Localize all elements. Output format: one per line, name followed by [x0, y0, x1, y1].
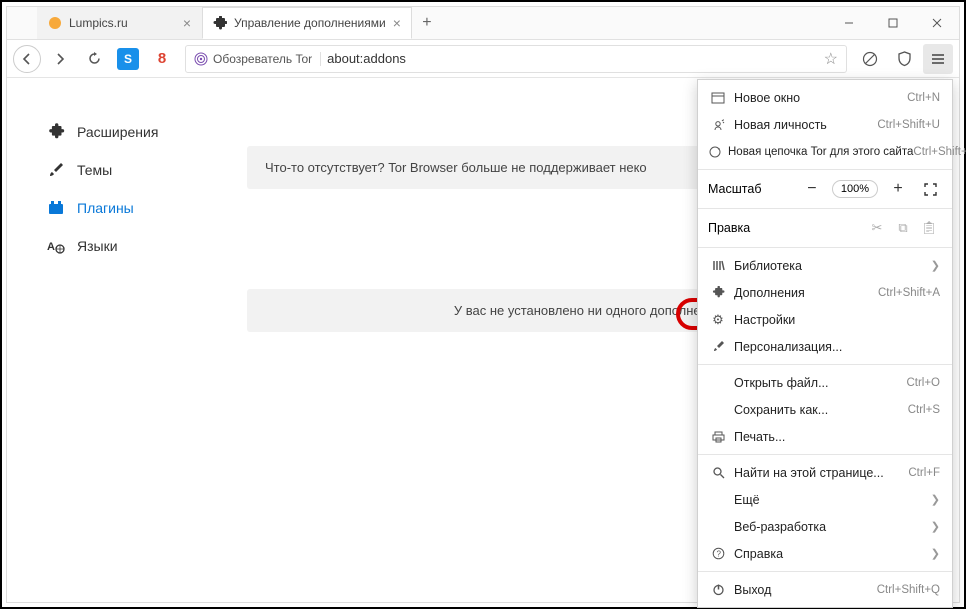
bookmark-star-icon[interactable]: ☆	[824, 49, 838, 69]
addons-sidebar: Расширения Темы Плагины A Языки	[7, 78, 247, 602]
menu-exit[interactable]: Выход Ctrl+Shift+Q	[698, 576, 952, 603]
menu-more[interactable]: Ещё ❯	[698, 486, 952, 513]
menu-print[interactable]: Печать...	[698, 423, 952, 450]
menu-edit-row: Правка ✂ ⧉ 📋︎	[698, 213, 952, 243]
tab-label: Управление дополнениями	[234, 16, 386, 30]
tab-strip: Lumpics.ru × Управление дополнениями × +	[7, 7, 827, 39]
gear-icon: ⚙	[708, 312, 728, 328]
tor-identity-icon	[194, 52, 208, 66]
new-identity-icon	[708, 118, 728, 132]
hamburger-menu-button[interactable]	[923, 44, 953, 74]
shield-icon[interactable]	[889, 44, 919, 74]
tab-lumpics[interactable]: Lumpics.ru ×	[37, 7, 202, 39]
svg-text:A: A	[47, 241, 55, 253]
menu-new-identity[interactable]: Новая личность Ctrl+Shift+U	[698, 111, 952, 138]
menu-help[interactable]: ? Справка ❯	[698, 540, 952, 567]
copy-icon[interactable]: ⧉	[890, 220, 916, 236]
sidebar-item-extensions[interactable]: Расширения	[42, 113, 227, 151]
plugin-icon	[47, 199, 65, 217]
brush-icon	[47, 161, 65, 179]
maximize-button[interactable]	[871, 7, 915, 39]
menu-save-as[interactable]: Сохранить как... Ctrl+S	[698, 396, 952, 423]
chevron-right-icon: ❯	[931, 259, 940, 272]
menu-open-file[interactable]: Открыть файл... Ctrl+O	[698, 369, 952, 396]
back-button[interactable]	[13, 45, 41, 73]
fullscreen-button[interactable]	[918, 178, 942, 200]
zoom-in-button[interactable]: +	[886, 178, 910, 200]
noscript-icon[interactable]	[855, 44, 885, 74]
chevron-right-icon: ❯	[931, 493, 940, 506]
identity-label: Обозреватель Tor	[213, 52, 312, 66]
power-icon	[708, 583, 728, 596]
menu-separator	[698, 208, 952, 209]
menu-library[interactable]: Библиотека ❯	[698, 252, 952, 279]
navigation-toolbar: S 8 Обозреватель Tor about:addons ☆	[7, 40, 959, 78]
help-icon: ?	[708, 547, 728, 560]
close-window-button[interactable]	[915, 7, 959, 39]
menu-separator	[698, 364, 952, 365]
menu-separator	[698, 571, 952, 572]
language-icon: A	[47, 237, 65, 255]
brush-icon	[708, 340, 728, 353]
library-icon	[708, 259, 728, 272]
titlebar: Lumpics.ru × Управление дополнениями × +	[7, 7, 959, 40]
search-icon	[708, 466, 728, 479]
url-bar[interactable]: Обозреватель Tor about:addons ☆	[185, 45, 847, 73]
app-s-icon[interactable]: S	[113, 44, 143, 74]
menu-separator	[698, 169, 952, 170]
new-circuit-icon	[708, 145, 722, 159]
new-tab-button[interactable]: +	[412, 7, 442, 39]
sidebar-item-label: Плагины	[77, 200, 134, 216]
menu-separator	[698, 247, 952, 248]
puzzle-icon	[708, 286, 728, 299]
menu-separator	[698, 454, 952, 455]
puzzle-icon	[47, 123, 65, 141]
paste-icon[interactable]: 📋︎	[916, 220, 942, 236]
cut-icon[interactable]: ✂	[864, 220, 890, 236]
tab-addons[interactable]: Управление дополнениями ×	[202, 7, 412, 39]
menu-new-circuit[interactable]: Новая цепочка Tor для этого сайта Ctrl+S…	[698, 138, 952, 165]
chevron-right-icon: ❯	[931, 520, 940, 533]
zoom-out-button[interactable]: −	[800, 178, 824, 200]
menu-addons[interactable]: Дополнения Ctrl+Shift+A	[698, 279, 952, 306]
menu-zoom-row: Масштаб − 100% +	[698, 174, 952, 204]
svg-text:?: ?	[716, 550, 721, 559]
reload-button[interactable]	[79, 44, 109, 74]
tab-close-icon[interactable]: ×	[183, 15, 191, 31]
sidebar-item-themes[interactable]: Темы	[42, 151, 227, 189]
sidebar-item-label: Языки	[77, 238, 118, 254]
menu-customize[interactable]: Персонализация...	[698, 333, 952, 360]
globe-icon	[48, 16, 62, 30]
window-controls	[827, 7, 959, 39]
sidebar-item-languages[interactable]: A Языки	[42, 227, 227, 265]
app-menu: Новое окно Ctrl+N Новая личность Ctrl+Sh…	[697, 79, 953, 608]
new-window-icon	[708, 92, 728, 104]
sidebar-item-label: Расширения	[77, 124, 158, 140]
zoom-value[interactable]: 100%	[832, 180, 878, 198]
puzzle-icon	[213, 16, 227, 30]
chevron-right-icon: ❯	[931, 547, 940, 560]
tab-close-icon[interactable]: ×	[393, 15, 401, 31]
url-text: about:addons	[327, 51, 818, 66]
minimize-button[interactable]	[827, 7, 871, 39]
sidebar-item-label: Темы	[77, 162, 112, 178]
print-icon	[708, 431, 728, 443]
forward-button[interactable]	[45, 44, 75, 74]
site-identity[interactable]: Обозреватель Tor	[194, 52, 321, 66]
menu-new-window[interactable]: Новое окно Ctrl+N	[698, 84, 952, 111]
app-8-icon[interactable]: 8	[147, 44, 177, 74]
menu-find[interactable]: Найти на этой странице... Ctrl+F	[698, 459, 952, 486]
tab-label: Lumpics.ru	[69, 16, 176, 30]
sidebar-item-plugins[interactable]: Плагины	[42, 189, 227, 227]
menu-webdev[interactable]: Веб-разработка ❯	[698, 513, 952, 540]
menu-settings[interactable]: ⚙ Настройки	[698, 306, 952, 333]
